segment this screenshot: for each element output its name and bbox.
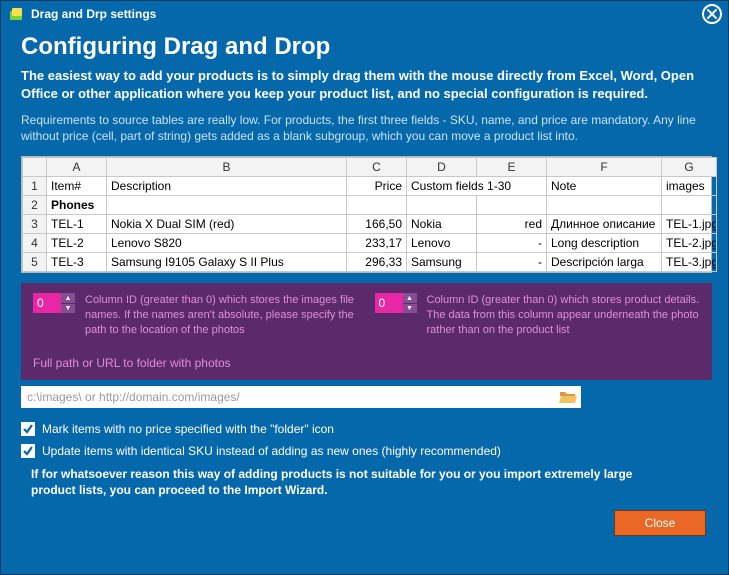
- cell: Lenovo: [407, 234, 477, 253]
- app-icon: [9, 6, 25, 22]
- footer-note: If for whatsoever reason this way of add…: [31, 466, 671, 498]
- table-row: 2Phones: [23, 196, 717, 215]
- details-column-spinner[interactable]: ▲ ▼: [375, 293, 417, 313]
- spinner-up-button[interactable]: ▲: [403, 293, 417, 304]
- cell: Descripción larga: [547, 253, 662, 272]
- sheet-col-letters: A B C D E F G: [23, 158, 717, 177]
- cell: Phones: [47, 196, 107, 215]
- cell: Samsung: [407, 253, 477, 272]
- row-number: 2: [23, 196, 47, 215]
- close-button[interactable]: Close: [614, 510, 706, 536]
- cell: TEL-1: [47, 215, 107, 234]
- col-letter: G: [662, 158, 717, 177]
- content: Configuring Drag and Drop The easiest wa…: [1, 27, 728, 548]
- table-row: 4TEL-2Lenovo S820233,17Lenovo-Long descr…: [23, 234, 717, 253]
- row-number: 4: [23, 234, 47, 253]
- cell: 296,33: [347, 253, 407, 272]
- cell: TEL-3.jpg: [662, 253, 717, 272]
- cell: [477, 196, 547, 215]
- cell: TEL-2: [47, 234, 107, 253]
- update-sku-checkbox[interactable]: [21, 444, 35, 458]
- photos-path-row: [21, 386, 581, 408]
- cell: images: [662, 177, 717, 196]
- spinner-up-button[interactable]: ▲: [61, 293, 75, 304]
- table-row: 1Item#DescriptionPriceCustom fields 1-30…: [23, 177, 717, 196]
- requirements-note: Requirements to source tables are really…: [21, 112, 708, 144]
- cell: red: [477, 215, 547, 234]
- cell: [662, 196, 717, 215]
- col-letter: C: [347, 158, 407, 177]
- cell: Nokia: [407, 215, 477, 234]
- cell: Long description: [547, 234, 662, 253]
- cell: TEL-2.jpg: [662, 234, 717, 253]
- cell: Длинное описание: [547, 215, 662, 234]
- cell: Description: [107, 177, 347, 196]
- cell: Lenovo S820: [107, 234, 347, 253]
- row-number: 3: [23, 215, 47, 234]
- spinner-down-button[interactable]: ▼: [61, 304, 75, 314]
- cell: [107, 196, 347, 215]
- column-id-panel: ▲ ▼ Column ID (greater than 0) which sto…: [21, 283, 712, 380]
- cell: 166,50: [347, 215, 407, 234]
- update-sku-row: Update items with identical SKU instead …: [21, 444, 708, 458]
- col-letter: D: [407, 158, 477, 177]
- table-row: 5TEL-3Samsung I9105 Galaxy S II Plus296,…: [23, 253, 717, 272]
- photos-path-label: Full path or URL to folder with photos: [33, 356, 700, 370]
- cell: Custom fields 1-30: [407, 177, 547, 196]
- images-column-input[interactable]: [33, 293, 61, 313]
- example-spreadsheet: A B C D E F G 1Item#DescriptionPriceCust…: [21, 156, 712, 273]
- col-letter: F: [547, 158, 662, 177]
- row-number: 1: [23, 177, 47, 196]
- cell: -: [477, 253, 547, 272]
- cell: [347, 196, 407, 215]
- cell: -: [477, 234, 547, 253]
- cell: Item#: [47, 177, 107, 196]
- sheet-corner: [23, 158, 47, 177]
- browse-folder-icon[interactable]: [559, 389, 577, 405]
- details-column-input[interactable]: [375, 293, 403, 313]
- cell: 233,17: [347, 234, 407, 253]
- settings-window: Drag and Drp settings Configuring Drag a…: [0, 0, 729, 575]
- cell: Note: [547, 177, 662, 196]
- window-title: Drag and Drp settings: [31, 7, 156, 21]
- col-letter: A: [47, 158, 107, 177]
- titlebar-close-button[interactable]: [702, 4, 722, 24]
- titlebar: Drag and Drp settings: [1, 1, 728, 27]
- cell: [407, 196, 477, 215]
- col-letter: B: [107, 158, 347, 177]
- mark-no-price-row: Mark items with no price specified with …: [21, 422, 708, 436]
- page-heading: Configuring Drag and Drop: [21, 33, 708, 61]
- table-row: 3TEL-1Nokia X Dual SIM (red)166,50Nokiar…: [23, 215, 717, 234]
- spinner-down-button[interactable]: ▼: [403, 304, 417, 314]
- cell: Nokia X Dual SIM (red): [107, 215, 347, 234]
- cell: [547, 196, 662, 215]
- row-number: 5: [23, 253, 47, 272]
- mark-no-price-label: Mark items with no price specified with …: [42, 422, 334, 436]
- cell: Samsung I9105 Galaxy S II Plus: [107, 253, 347, 272]
- cell: TEL-3: [47, 253, 107, 272]
- update-sku-label: Update items with identical SKU instead …: [42, 444, 501, 458]
- details-column-desc: Column ID (greater than 0) which stores …: [427, 293, 701, 338]
- mark-no-price-checkbox[interactable]: [21, 422, 35, 436]
- cell: Price: [347, 177, 407, 196]
- photos-path-input[interactable]: [27, 390, 559, 404]
- cell: TEL-1.jpg: [662, 215, 717, 234]
- page-subheading: The easiest way to add your products is …: [21, 67, 708, 102]
- col-letter: E: [477, 158, 547, 177]
- images-column-spinner[interactable]: ▲ ▼: [33, 293, 75, 313]
- images-column-desc: Column ID (greater than 0) which stores …: [85, 293, 359, 338]
